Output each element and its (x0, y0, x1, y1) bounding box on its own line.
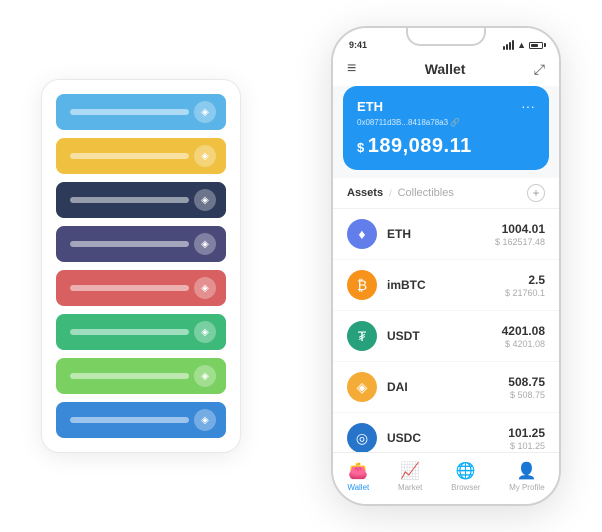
status-icons: ▲ (503, 40, 543, 50)
asset-amounts-usdt: 4201.08$ 4201.08 (502, 324, 545, 349)
asset-amount-usdt: 4201.08 (502, 324, 545, 338)
asset-icon-usdc: ◎ (347, 423, 377, 452)
add-asset-button[interactable]: + (527, 184, 545, 202)
eth-address: 0x08711d3B...8418a78a3 🔗 (357, 118, 535, 127)
wifi-icon: ▲ (517, 40, 526, 50)
eth-card[interactable]: ETH ··· 0x08711d3B...8418a78a3 🔗 $189,08… (343, 86, 549, 170)
scene: ◈ ◈ ◈ ◈ ◈ ◈ ◈ ◈ 9:41 ▲ (21, 16, 581, 516)
asset-icon-eth: ♦ (347, 219, 377, 249)
card-icon-0: ◈ (194, 101, 216, 123)
nav-label-my-profile: My Profile (509, 483, 545, 492)
card-icon-7: ◈ (194, 409, 216, 431)
asset-usd-usdc: $ 101.25 (508, 441, 545, 451)
asset-name-dai: DAI (387, 380, 508, 394)
asset-amount-imbtc: 2.5 (505, 273, 545, 287)
stack-card-4[interactable]: ◈ (56, 270, 226, 306)
battery-icon (529, 42, 543, 49)
nav-icon-my-profile: 👤 (517, 461, 537, 481)
asset-item-eth[interactable]: ♦ ETH1004.01$ 162517.48 (333, 209, 559, 260)
stack-card-6[interactable]: ◈ (56, 358, 226, 394)
asset-icon-usdt: ₮ (347, 321, 377, 351)
asset-item-usdc[interactable]: ◎ USDC101.25$ 101.25 (333, 413, 559, 452)
nav-label-market: Market (398, 483, 422, 492)
assets-header: Assets / Collectibles + (333, 178, 559, 209)
nav-item-my-profile[interactable]: 👤 My Profile (509, 461, 545, 492)
phone-header: ≡ Wallet ⤢ (333, 54, 559, 86)
card-icon-6: ◈ (194, 365, 216, 387)
eth-balance: $189,089.11 (357, 135, 535, 158)
asset-usd-imbtc: $ 21760.1 (505, 288, 545, 298)
asset-amounts-dai: 508.75$ 508.75 (508, 375, 545, 400)
card-icon-5: ◈ (194, 321, 216, 343)
nav-icon-wallet: 👛 (348, 461, 368, 481)
nav-label-browser: Browser (451, 483, 480, 492)
menu-icon[interactable]: ≡ (347, 60, 356, 78)
stack-card-2[interactable]: ◈ (56, 182, 226, 218)
asset-item-dai[interactable]: ◈ DAI508.75$ 508.75 (333, 362, 559, 413)
asset-name-eth: ETH (387, 227, 495, 241)
phone-notch (406, 28, 486, 46)
eth-card-menu[interactable]: ··· (521, 98, 535, 114)
tab-assets[interactable]: Assets (347, 187, 383, 199)
asset-amount-usdc: 101.25 (508, 426, 545, 440)
stack-card-1[interactable]: ◈ (56, 138, 226, 174)
nav-item-market[interactable]: 📈 Market (398, 461, 422, 492)
card-icon-4: ◈ (194, 277, 216, 299)
stack-card-5[interactable]: ◈ (56, 314, 226, 350)
nav-item-wallet[interactable]: 👛 Wallet (347, 461, 369, 492)
bottom-nav: 👛 Wallet 📈 Market 🌐 Browser 👤 My Profile (333, 452, 559, 504)
asset-item-imbtc[interactable]: ₿ imBTC2.5$ 21760.1 (333, 260, 559, 311)
status-time: 9:41 (349, 40, 367, 50)
phone-mockup: 9:41 ▲ ≡ Wallet ⤢ (331, 26, 561, 506)
stack-card-7[interactable]: ◈ (56, 402, 226, 438)
nav-icon-market: 📈 (400, 461, 420, 481)
card-icon-1: ◈ (194, 145, 216, 167)
asset-amounts-eth: 1004.01$ 162517.48 (495, 222, 545, 247)
phone-screen: 9:41 ▲ ≡ Wallet ⤢ (333, 28, 559, 504)
card-icon-3: ◈ (194, 233, 216, 255)
card-stack: ◈ ◈ ◈ ◈ ◈ ◈ ◈ ◈ (41, 79, 241, 453)
asset-amounts-imbtc: 2.5$ 21760.1 (505, 273, 545, 298)
asset-amount-eth: 1004.01 (495, 222, 545, 236)
asset-icon-dai: ◈ (347, 372, 377, 402)
asset-usd-eth: $ 162517.48 (495, 237, 545, 247)
asset-icon-imbtc: ₿ (347, 270, 377, 300)
tab-collectibles[interactable]: Collectibles (398, 187, 454, 199)
asset-amounts-usdc: 101.25$ 101.25 (508, 426, 545, 451)
tab-divider: / (389, 188, 392, 198)
nav-item-browser[interactable]: 🌐 Browser (451, 461, 480, 492)
asset-list: ♦ ETH1004.01$ 162517.48 ₿ imBTC2.5$ 21760.1… (333, 209, 559, 452)
expand-icon[interactable]: ⤢ (534, 61, 545, 78)
asset-usd-dai: $ 508.75 (508, 390, 545, 400)
asset-usd-usdt: $ 4201.08 (502, 339, 545, 349)
nav-icon-browser: 🌐 (456, 461, 476, 481)
page-title: Wallet (425, 61, 466, 77)
card-icon-2: ◈ (194, 189, 216, 211)
assets-tabs: Assets / Collectibles (347, 187, 454, 199)
asset-item-usdt[interactable]: ₮ USDT4201.08$ 4201.08 (333, 311, 559, 362)
signal-icon (503, 40, 514, 50)
asset-name-usdt: USDT (387, 329, 502, 343)
asset-amount-dai: 508.75 (508, 375, 545, 389)
asset-name-usdc: USDC (387, 431, 508, 445)
asset-name-imbtc: imBTC (387, 278, 505, 292)
eth-card-label: ETH (357, 99, 383, 114)
nav-label-wallet: Wallet (347, 483, 369, 492)
stack-card-3[interactable]: ◈ (56, 226, 226, 262)
stack-card-0[interactable]: ◈ (56, 94, 226, 130)
